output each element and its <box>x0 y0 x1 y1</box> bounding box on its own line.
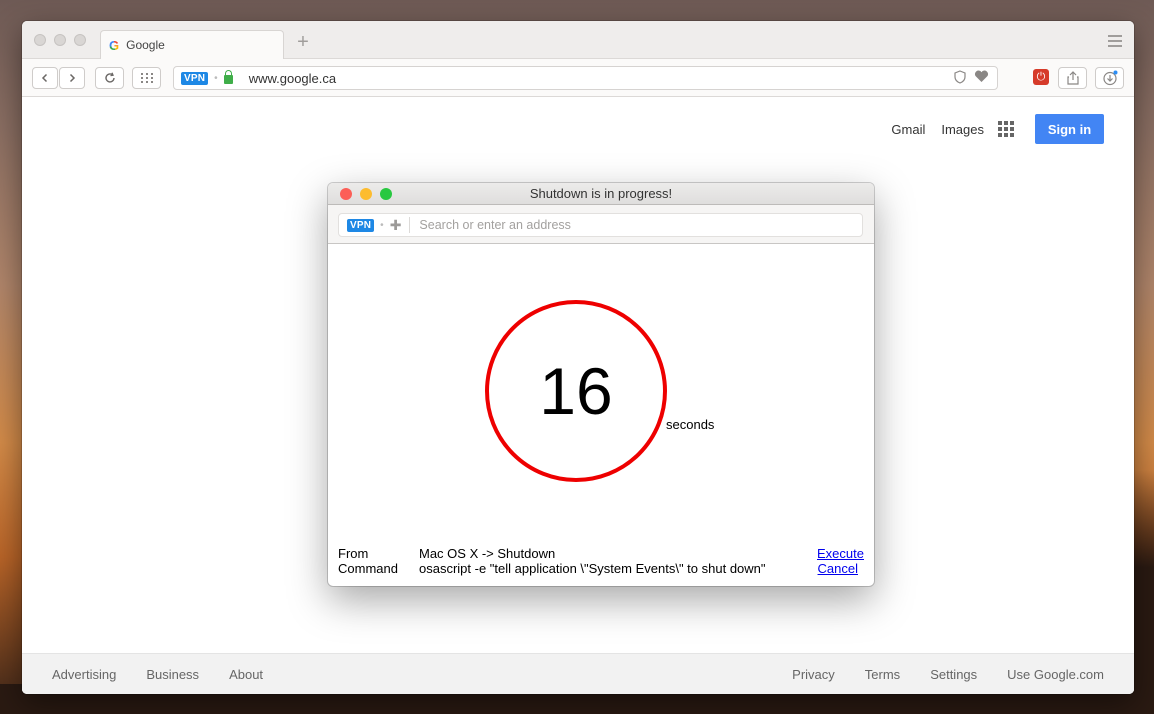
divider <box>409 217 411 233</box>
footer-link-advertising[interactable]: Advertising <box>52 667 116 682</box>
cancel-link[interactable]: Cancel <box>818 561 858 576</box>
footer-right-links: Privacy Terms Settings Use Google.com <box>762 667 1104 682</box>
chevron-right-icon <box>69 73 76 83</box>
footer-link-use-google-com[interactable]: Use Google.com <box>1007 667 1104 682</box>
minimize-window-button[interactable] <box>54 34 66 46</box>
vpn-badge[interactable]: VPN <box>181 71 209 85</box>
footer-left-links: Advertising Business About <box>52 667 293 682</box>
address-bar-actions <box>954 70 989 84</box>
shield-icon[interactable] <box>954 70 966 84</box>
dialog-zoom-button[interactable] <box>380 188 392 200</box>
countdown-unit: seconds <box>666 417 715 432</box>
apps-grid-icon[interactable] <box>998 121 1014 137</box>
speed-dial-button[interactable] <box>132 67 161 89</box>
grid-icon <box>140 73 153 83</box>
share-button[interactable] <box>1058 67 1087 89</box>
dialog-address-bar[interactable]: VPN • ✚ Search or enter an address <box>338 213 863 237</box>
new-tab-button[interactable]: + <box>292 31 314 54</box>
browser-toolbar: VPN • www.google.ca ⏻ <box>22 59 1134 97</box>
zoom-window-button[interactable] <box>74 34 86 46</box>
share-icon <box>1066 71 1079 85</box>
shutdown-info: From Mac OS X -> Shutdown Command osascr… <box>338 546 864 576</box>
back-button[interactable] <box>32 67 58 89</box>
from-label: From <box>338 546 369 561</box>
url-text[interactable]: www.google.ca <box>249 71 336 86</box>
google-top-nav: Gmail Images Sign in <box>891 114 1104 144</box>
puzzle-icon[interactable]: ✚ <box>390 217 402 234</box>
command-label: Command <box>338 561 398 576</box>
separator-dot: • <box>214 72 218 84</box>
from-value: Mac OS X -> Shutdown <box>419 546 556 561</box>
address-bar[interactable]: VPN • www.google.ca <box>173 66 998 90</box>
footer-link-settings[interactable]: Settings <box>930 667 977 682</box>
sign-in-button[interactable]: Sign in <box>1035 114 1104 144</box>
dialog-close-button[interactable] <box>340 188 352 200</box>
tab-google[interactable]: G Google <box>100 30 284 59</box>
countdown-circle: 16 <box>485 300 667 482</box>
countdown-value: 16 <box>539 354 613 428</box>
shutdown-dialog: Shutdown is in progress! VPN • ✚ Search … <box>328 183 874 586</box>
command-value: osascript -e "tell application \"System … <box>419 561 766 576</box>
forward-button[interactable] <box>59 67 85 89</box>
dialog-search-input[interactable]: Search or enter an address <box>419 218 570 232</box>
dialog-vpn-badge[interactable]: VPN <box>347 218 375 232</box>
google-footer: Advertising Business About Privacy Terms… <box>22 653 1134 694</box>
separator-dot: • <box>380 219 384 231</box>
desktop-tree <box>1132 470 1154 714</box>
footer-link-about[interactable]: About <box>229 667 263 682</box>
reload-icon <box>104 72 115 83</box>
chevron-left-icon <box>41 73 48 83</box>
tab-title: Google <box>126 38 165 52</box>
download-icon <box>1102 70 1117 86</box>
reload-button[interactable] <box>95 67 124 89</box>
heart-icon[interactable] <box>974 70 989 83</box>
dialog-titlebar: Shutdown is in progress! <box>328 183 874 205</box>
footer-link-business[interactable]: Business <box>146 667 199 682</box>
footer-link-privacy[interactable]: Privacy <box>792 667 835 682</box>
lock-icon[interactable] <box>223 70 233 84</box>
gmail-link[interactable]: Gmail <box>891 122 925 137</box>
close-window-button[interactable] <box>34 34 46 46</box>
google-favicon-icon: G <box>109 37 120 53</box>
dialog-minimize-button[interactable] <box>360 188 372 200</box>
footer-link-terms[interactable]: Terms <box>865 667 900 682</box>
downloads-button[interactable] <box>1095 67 1124 89</box>
dialog-title: Shutdown is in progress! <box>529 186 673 201</box>
images-link[interactable]: Images <box>941 122 984 137</box>
tab-list-icon[interactable] <box>1108 35 1122 50</box>
dialog-toolbar: VPN • ✚ Search or enter an address <box>328 205 874 244</box>
power-extension-icon[interactable]: ⏻ <box>1033 69 1049 85</box>
execute-link[interactable]: Execute <box>817 546 864 561</box>
browser-titlebar: G Google + <box>22 21 1134 59</box>
